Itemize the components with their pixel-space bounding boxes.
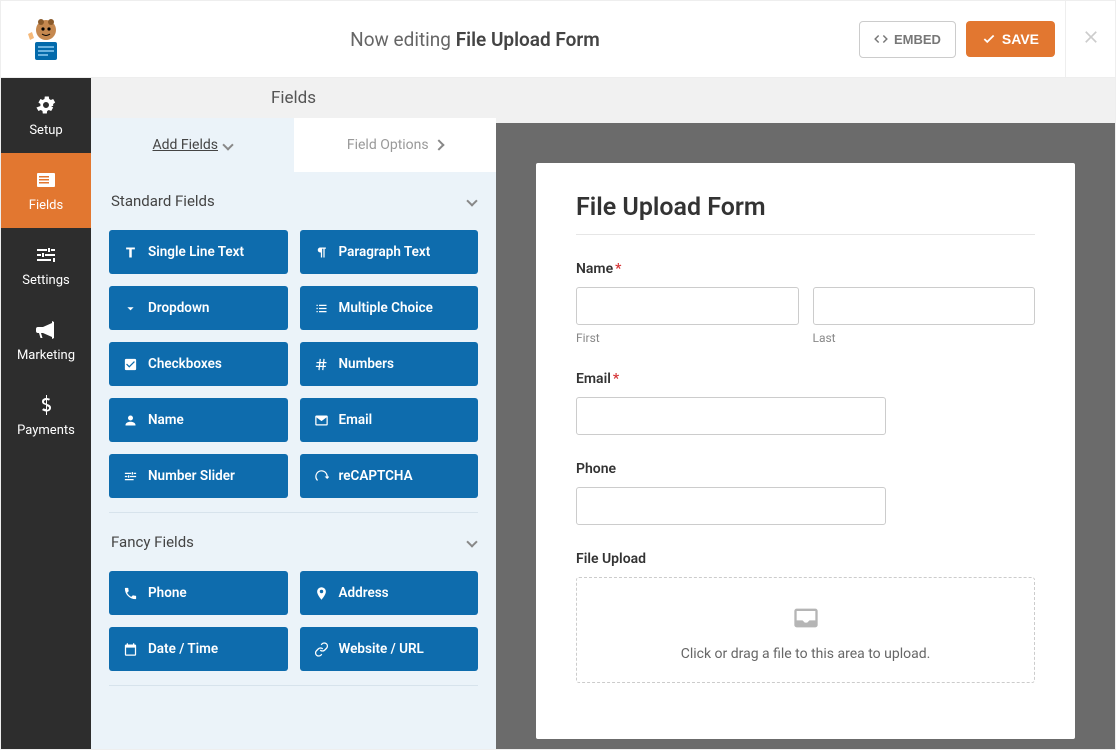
link-icon: [314, 642, 329, 657]
save-button[interactable]: SAVE: [966, 21, 1055, 57]
field-address[interactable]: Address: [300, 571, 479, 615]
tab-label: Field Options: [347, 137, 429, 153]
name-label: Name*: [576, 261, 1035, 277]
field-numbers[interactable]: Numbers: [300, 342, 479, 386]
close-icon[interactable]: [1081, 25, 1101, 53]
field-date-time[interactable]: Date / Time: [109, 627, 288, 671]
sidebar-item-payments[interactable]: Payments: [1, 378, 91, 453]
caret-icon: [123, 301, 138, 316]
section-title: Fancy Fields: [111, 533, 194, 551]
embed-label: EMBED: [894, 32, 941, 47]
editing-title: Now editing File Upload Form: [91, 28, 859, 51]
bullhorn-icon: [34, 318, 58, 342]
field-single-line-text[interactable]: Single Line Text: [109, 230, 288, 274]
field-number-slider[interactable]: Number Slider: [109, 454, 288, 498]
field-paragraph-text[interactable]: Paragraph Text: [300, 230, 479, 274]
inbox-icon: [790, 604, 822, 632]
tab-add-fields[interactable]: Add Fields: [91, 118, 294, 172]
required-asterisk: *: [613, 371, 619, 387]
sliders-icon: [34, 243, 58, 267]
field-dropdown[interactable]: Dropdown: [109, 286, 288, 330]
field-email-preview[interactable]: Email*: [576, 371, 1035, 435]
field-phone-preview[interactable]: Phone: [576, 461, 1035, 525]
field-website-url[interactable]: Website / URL: [300, 627, 479, 671]
list-icon: [314, 301, 329, 316]
title-prefix: Now editing: [350, 28, 456, 51]
sidebar-label: Settings: [22, 273, 69, 288]
file-dropzone[interactable]: Click or drag a file to this area to upl…: [576, 577, 1035, 683]
sidebar-label: Setup: [29, 123, 62, 138]
dropzone-hint: Click or drag a file to this area to upl…: [587, 646, 1024, 662]
field-recaptcha[interactable]: reCAPTCHA: [300, 454, 479, 498]
embed-button[interactable]: EMBED: [859, 21, 956, 58]
section-standard-fields: Standard Fields Single Line Text Paragra…: [109, 172, 478, 513]
first-sublabel: First: [576, 331, 799, 345]
field-name-preview[interactable]: Name* First Last: [576, 261, 1035, 345]
chevron-down-icon: [466, 195, 477, 206]
last-sublabel: Last: [813, 331, 1036, 345]
section-toggle-fancy[interactable]: Fancy Fields: [109, 513, 478, 571]
save-label: SAVE: [1002, 31, 1039, 47]
gear-icon: [34, 93, 58, 117]
fields-icon: [34, 168, 58, 192]
check-icon: [982, 32, 996, 46]
sidebar-label: Fields: [29, 198, 63, 213]
section-fancy-fields: Fancy Fields Phone Address Date / Time W…: [109, 513, 478, 686]
map-marker-icon: [314, 586, 329, 601]
email-input[interactable]: [576, 397, 886, 435]
field-phone[interactable]: Phone: [109, 571, 288, 615]
field-upload-preview[interactable]: File Upload Click or drag a file to this…: [576, 551, 1035, 683]
recaptcha-icon: [314, 469, 329, 484]
sidebar: Setup Fields Settings Marketing Payments: [1, 78, 91, 749]
required-asterisk: *: [615, 261, 621, 277]
form-name: File Upload Form: [456, 28, 600, 51]
section-title: Standard Fields: [111, 192, 215, 210]
paragraph-icon: [314, 245, 329, 260]
wpforms-logo-icon: [21, 14, 71, 64]
hash-icon: [314, 357, 329, 372]
preview-canvas: File Upload Form Name* First Last: [496, 78, 1115, 749]
envelope-icon: [314, 413, 329, 428]
email-label: Email*: [576, 371, 1035, 387]
fields-panel: Fields Add Fields Field Options Standard…: [91, 78, 496, 749]
last-name-input[interactable]: [813, 287, 1036, 325]
chevron-down-icon: [222, 139, 233, 150]
code-icon: [874, 32, 888, 46]
sidebar-item-setup[interactable]: Setup: [1, 78, 91, 153]
sliders-icon: [123, 469, 138, 484]
canvas-header: [496, 78, 1115, 123]
dollar-icon: [34, 393, 58, 417]
divider: [576, 234, 1035, 235]
phone-input[interactable]: [576, 487, 886, 525]
chevron-right-icon: [433, 139, 444, 150]
sidebar-item-fields[interactable]: Fields: [1, 153, 91, 228]
sidebar-label: Payments: [17, 423, 75, 438]
check-square-icon: [123, 357, 138, 372]
user-icon: [123, 413, 138, 428]
sidebar-item-marketing[interactable]: Marketing: [1, 303, 91, 378]
tab-field-options[interactable]: Field Options: [294, 118, 497, 172]
panel-header: Fields: [91, 78, 496, 118]
field-email[interactable]: Email: [300, 398, 479, 442]
sidebar-label: Marketing: [17, 348, 75, 363]
field-multiple-choice[interactable]: Multiple Choice: [300, 286, 479, 330]
field-checkboxes[interactable]: Checkboxes: [109, 342, 288, 386]
form-title: File Upload Form: [576, 193, 1035, 222]
calendar-icon: [123, 642, 138, 657]
topbar: Now editing File Upload Form EMBED SAVE: [1, 1, 1115, 78]
text-icon: [123, 245, 138, 260]
phone-icon: [123, 586, 138, 601]
tab-label: Add Fields: [153, 137, 219, 153]
upload-label: File Upload: [576, 551, 1035, 567]
phone-label: Phone: [576, 461, 1035, 477]
sidebar-item-settings[interactable]: Settings: [1, 228, 91, 303]
field-name[interactable]: Name: [109, 398, 288, 442]
first-name-input[interactable]: [576, 287, 799, 325]
app-logo: [1, 14, 91, 64]
section-toggle-standard[interactable]: Standard Fields: [109, 172, 478, 230]
chevron-down-icon: [466, 536, 477, 547]
form-preview: File Upload Form Name* First Last: [536, 163, 1075, 739]
